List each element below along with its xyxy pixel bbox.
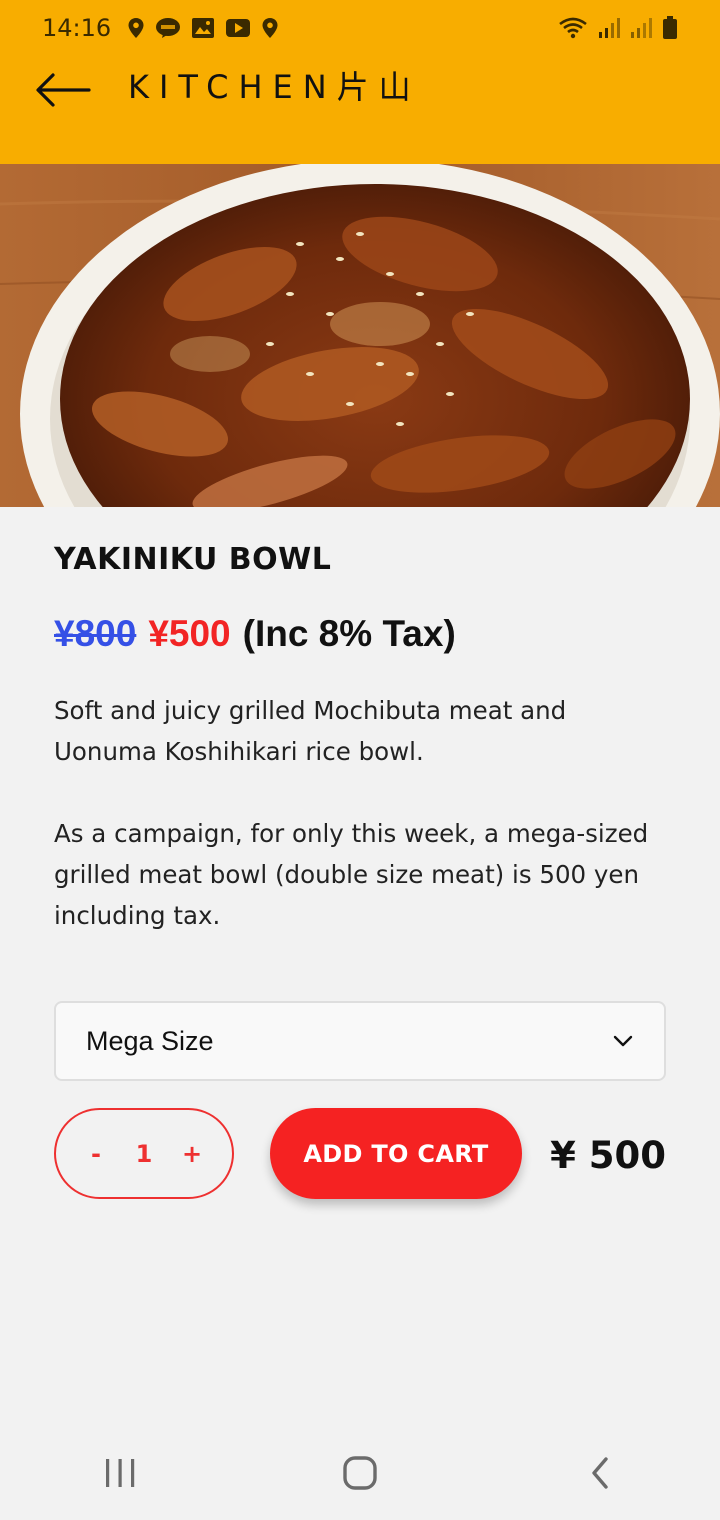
back-button[interactable] <box>30 66 94 114</box>
size-selected-value: Mega Size <box>86 1025 214 1056</box>
app-header: 14:16 KITCHEN片山 <box>0 0 720 164</box>
system-back-button[interactable] <box>545 1433 655 1513</box>
add-to-cart-button[interactable]: ADD TO CART <box>270 1108 522 1199</box>
tax-note: (Inc 8% Tax) <box>242 613 456 654</box>
description-paragraph: Soft and juicy grilled Mochibuta meat an… <box>54 696 567 766</box>
product-description: Soft and juicy grilled Mochibuta meat an… <box>54 690 664 936</box>
image-icon <box>192 18 215 38</box>
notification-icons <box>127 17 279 39</box>
recent-apps-icon <box>106 1459 135 1487</box>
decrease-quantity-button[interactable]: - <box>84 1140 108 1168</box>
location-pin-icon <box>262 18 278 38</box>
total-price: ¥ 500 <box>550 1134 666 1177</box>
price-row: ¥800 ¥500 (Inc 8% Tax) <box>54 613 456 655</box>
quantity-value: 1 <box>135 1139 153 1168</box>
home-button[interactable] <box>305 1433 415 1513</box>
back-icon <box>592 1457 608 1489</box>
status-bar: 14:16 <box>0 0 720 56</box>
recent-apps-button[interactable] <box>65 1433 175 1513</box>
increase-quantity-button[interactable]: + <box>180 1140 204 1168</box>
arrow-left-icon <box>36 73 91 107</box>
old-price: ¥800 <box>54 613 137 654</box>
wifi-icon <box>559 17 587 39</box>
battery-icon <box>663 16 677 39</box>
description-paragraph: As a campaign, for only this week, a meg… <box>54 819 649 930</box>
youtube-icon <box>226 19 251 37</box>
size-dropdown[interactable]: Mega Size <box>54 1001 666 1081</box>
product-name: YAKINIKU BOWL <box>54 542 332 577</box>
chevron-down-icon <box>613 1035 633 1047</box>
sale-price: ¥500 <box>148 613 231 654</box>
system-nav-bar <box>0 1426 720 1520</box>
line-app-icon <box>156 18 181 38</box>
home-icon <box>343 1456 377 1490</box>
app-title: KITCHEN片山 <box>128 68 421 106</box>
system-icons <box>558 16 678 40</box>
signal-icon <box>631 18 652 38</box>
location-pin-icon <box>128 18 144 38</box>
status-time: 14:16 <box>42 14 112 42</box>
signal-icon <box>599 18 620 38</box>
product-image <box>0 164 720 507</box>
quantity-stepper: - 1 + <box>54 1108 234 1199</box>
